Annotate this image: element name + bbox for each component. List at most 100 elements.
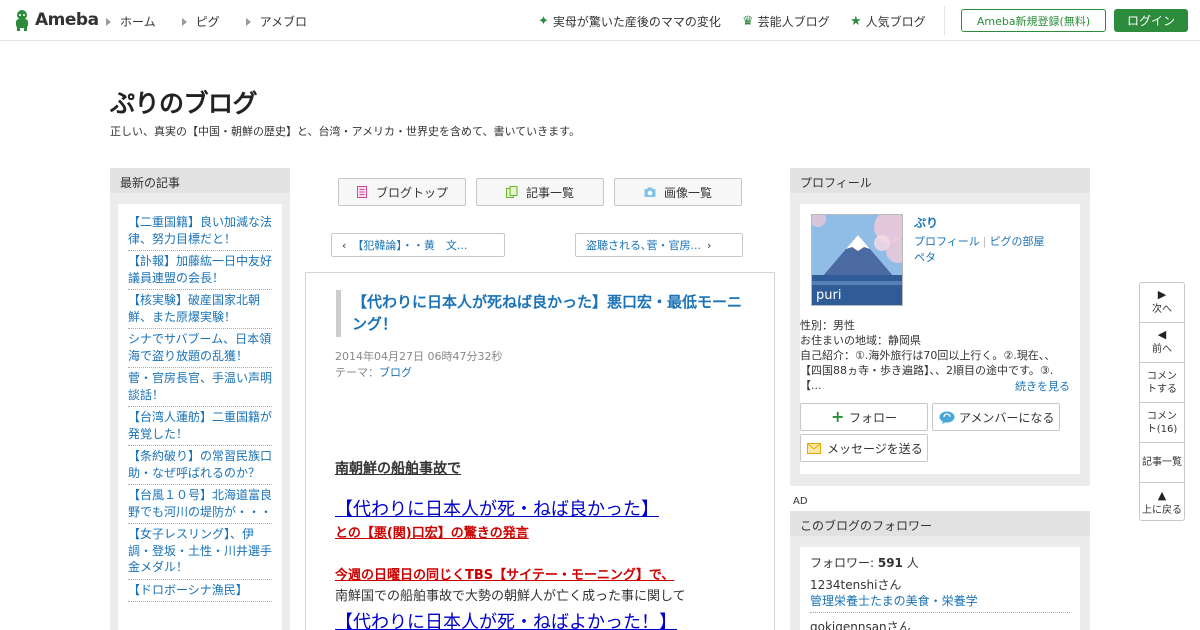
ameba-logo-icon	[12, 9, 32, 31]
profile-body: puri ぷり プロフィール | ピグの部屋 ペタ 性別：男性 お住まいの地域：静岡…	[800, 204, 1080, 474]
nav-home[interactable]: ホーム	[106, 13, 156, 30]
blog-title[interactable]: ぷりのブログ	[110, 84, 258, 120]
profile-links: プロフィール | ピグの部屋 ペタ	[914, 234, 1064, 266]
article-theme: テーマ：ブログ	[335, 364, 412, 380]
article-title[interactable]: 【代わりに日本人が死ねば良かった】悪口宏・最低モーニング！	[352, 291, 747, 335]
float-entry-list-button[interactable]: 記事一覧	[1140, 443, 1184, 483]
plus-icon: +	[831, 407, 845, 426]
float-next-button[interactable]: ▶ 次へ	[1140, 283, 1184, 323]
recent-entry-link[interactable]: 【訃報】加藤紘一日中友好議員連盟の会長！	[128, 251, 272, 290]
followers-heading: このブログのフォロワー	[790, 511, 1090, 536]
header-divider	[944, 6, 945, 35]
profile-panel: プロフィール puri ぷり プロフィール | ピグの部屋 ペタ 性別：男性 お住ま…	[790, 168, 1090, 486]
follow-button[interactable]: + フォロー	[800, 403, 928, 431]
tab-entry-list[interactable]: 記事一覧	[476, 178, 604, 206]
float-prev-button[interactable]: ◀ 前へ	[1140, 323, 1184, 363]
body-red-text: 今週の日曜日の同じくTBS【サイテー・モーニング】で、	[335, 568, 675, 583]
float-comment-count-button[interactable]: コメント(16)	[1140, 403, 1184, 443]
peta-link[interactable]: ペタ	[914, 251, 936, 264]
pigg-room-link[interactable]: ピグの部屋	[990, 235, 1045, 248]
sparkle-icon: ✦	[538, 14, 549, 29]
triangle-right-icon	[106, 17, 111, 26]
blog-description: 正しい、真実の【中国・朝鮮の歴史】と、台湾・アメリカ・世界史を含めて、書いていき…	[110, 125, 581, 138]
follower-item[interactable]: 1234tenshiさん 管理栄養士たまの美食・栄養学	[810, 577, 1070, 613]
followers-count-label: フォロワー:	[810, 556, 878, 570]
followers-panel: このブログのフォロワー フォロワー: 591 人 1234tenshiさん 管理…	[790, 511, 1090, 630]
chevron-left-icon: ‹	[342, 238, 347, 252]
float-back-to-top-button[interactable]: ▲ 上に戻る	[1140, 483, 1184, 523]
chevron-right-icon: ›	[707, 238, 712, 252]
message-button[interactable]: メッセージを送る	[800, 434, 928, 462]
recent-entry-link[interactable]: 【台風１０号】北海道富良野でも河川の堤防が・・・	[128, 485, 272, 524]
tab-image-list[interactable]: 画像一覧	[614, 178, 742, 206]
prev-entry-label: 【犯韓論】・・黄 文...	[352, 239, 468, 252]
recent-entry-link[interactable]: シナでサバブーム、日本領海で盗り放題の乱獲！	[128, 329, 272, 368]
followers-body: フォロワー: 591 人 1234tenshiさん 管理栄養士たまの美食・栄養学…	[800, 547, 1080, 630]
profile-gender: 性別：男性	[800, 319, 855, 332]
tab-blog-top[interactable]: ブログトップ	[338, 178, 466, 206]
crown-icon: ♛	[742, 14, 754, 29]
speech-bubble-icon	[939, 411, 955, 427]
read-more-link[interactable]: 続きを見る	[1015, 378, 1070, 394]
nav-pigg[interactable]: ピグ	[181, 13, 220, 30]
recent-entry-link[interactable]: 【二重国籍】良い加減な法律、努力目標だと！	[128, 212, 272, 251]
tab-label: ブログトップ	[375, 185, 448, 200]
recent-entry-link[interactable]: 【女子レスリング】、伊調・登坂・土性・川井選手金メダル！	[128, 524, 272, 580]
document-icon	[356, 186, 368, 198]
triangle-right-icon	[181, 17, 187, 26]
theme-link[interactable]: ブログ	[379, 366, 412, 379]
follower-user: gokigennsanさん	[810, 620, 911, 630]
recent-entry-link[interactable]: 菅・官房長官、手温い声明談話！	[128, 368, 272, 407]
ameba-logo[interactable]: Ameba	[12, 8, 99, 32]
play-right-icon: ▶	[1157, 288, 1167, 301]
follow-label: フォロー	[849, 410, 898, 425]
float-entry-list-label: 記事一覧	[1142, 457, 1182, 468]
title-accent-bar	[336, 290, 341, 337]
amember-button[interactable]: アメンバーになる	[932, 403, 1060, 431]
article-date: 2014年04月27日 06時47分32秒	[335, 350, 503, 363]
profile-image[interactable]: puri	[811, 214, 903, 306]
recent-entries-heading: 最新の記事	[110, 168, 290, 193]
login-button[interactable]: ログイン	[1114, 9, 1188, 32]
follower-blog[interactable]: 管理栄養士たまの美食・栄養学	[810, 593, 1070, 609]
global-header: Ameba ホーム ピグ アメブロ ✦ 実母が驚いた産後のママの変化 ♛ 芸能人ブロ…	[0, 0, 1200, 41]
recent-entry-link[interactable]: 【条約破り】の常習民族口助・なぜ呼ばれるのか？	[128, 446, 272, 485]
follower-item[interactable]: gokigennsanさん	[810, 619, 1070, 630]
tab-label: 記事一覧	[525, 185, 574, 200]
followers-count: フォロワー: 591 人	[810, 554, 1070, 571]
float-comment-label: コメントする	[1147, 370, 1177, 395]
floating-nav: ▶ 次へ ◀ 前へ コメントする コメント(16) 記事一覧 ▲ 上に戻る	[1139, 282, 1185, 521]
body-red-text: との【悪(関)口宏】の驚きの発言	[335, 526, 529, 541]
register-button[interactable]: Ameba新規登録(無料)	[961, 9, 1106, 32]
next-entry-link[interactable]: 盗聴される､菅・官房... ›	[575, 233, 743, 257]
float-comment-button[interactable]: コメントする	[1140, 363, 1184, 403]
prev-entry-link[interactable]: ‹ 【犯韓論】・・黄 文...	[331, 233, 505, 257]
recent-entry-link[interactable]: 【台湾人蓮舫】二重国籍が発覚した！	[128, 407, 272, 446]
recent-entries-list: 【二重国籍】良い加減な法律、努力目標だと！ 【訃報】加藤紘一日中友好議員連盟の会…	[118, 204, 282, 630]
trend-link-mama[interactable]: ✦ 実母が驚いた産後のママの変化	[538, 13, 721, 30]
nav-pigg-label: ピグ	[195, 15, 220, 29]
envelope-icon	[807, 443, 821, 457]
trend-label: 芸能人ブログ	[757, 15, 830, 29]
trend-link-popular[interactable]: ★ 人気ブログ	[850, 13, 926, 30]
trend-label: 実母が驚いた産後のママの変化	[552, 15, 721, 29]
arrow-up-icon: ▲	[1157, 488, 1167, 502]
nav-ameblo[interactable]: アメブロ	[245, 13, 308, 30]
body-quote-large: 【代わりに日本人が死・ねば良かった】	[335, 499, 659, 520]
profile-name[interactable]: ぷり	[914, 214, 938, 231]
nav-ameblo-label: アメブロ	[259, 15, 308, 29]
tab-label: 画像一覧	[663, 185, 712, 200]
body-quote-large: 【代わりに日本人が死・ねばよかった！】	[335, 612, 677, 630]
float-back-to-top-label: 上に戻る	[1142, 504, 1182, 516]
recent-entry-link[interactable]: 【核実験】破産国家北朝鮮、また原爆実験！	[128, 290, 272, 329]
recent-entry-link[interactable]: 【ドロボーシナ漁民】	[128, 580, 272, 602]
profile-heading: プロフィール	[790, 168, 1090, 193]
profile-link[interactable]: プロフィール	[914, 235, 980, 248]
trend-label: 人気ブログ	[865, 15, 926, 29]
float-comment-count-label: コメント(16)	[1146, 410, 1178, 435]
amember-label: アメンバーになる	[959, 410, 1055, 425]
body-text: 南鮮国での船舶事故で大勢の朝鮮人が亡く成った事に関して	[335, 589, 686, 604]
trend-link-celebrity[interactable]: ♛ 芸能人ブログ	[742, 13, 830, 30]
followers-count-unit: 人	[902, 556, 919, 570]
triangle-right-icon	[245, 17, 251, 26]
